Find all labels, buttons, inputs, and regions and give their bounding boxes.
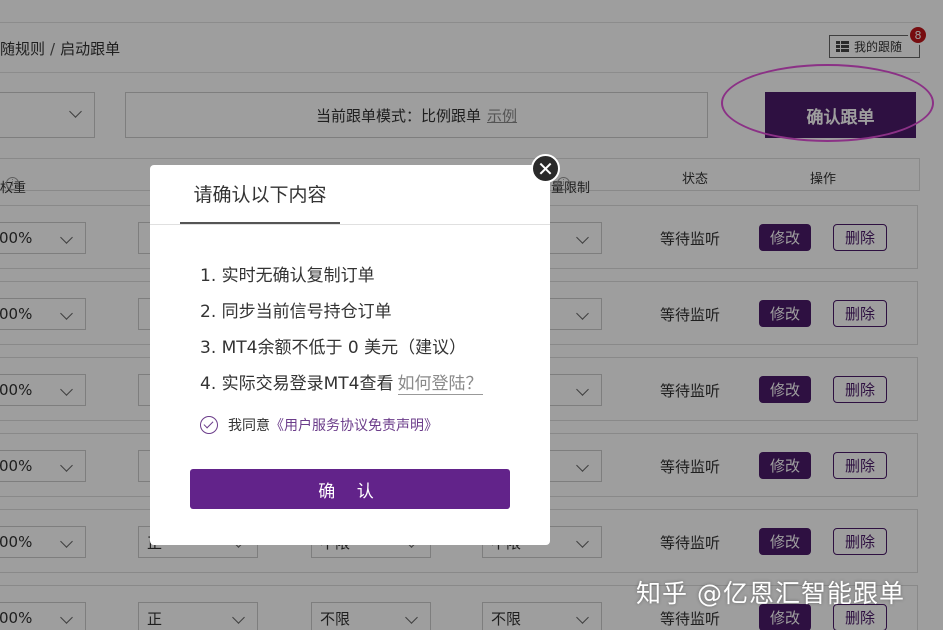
confirm-items-list: 1. 实时无确认复制订单 2. 同步当前信号持仓订单 3. MT4余额不低于 0… (200, 261, 483, 405)
list-item: 3. MT4余额不低于 0 美元（建议） (200, 338, 467, 358)
close-icon[interactable]: ✕ (531, 154, 560, 183)
agree-label: 我同意 (228, 418, 270, 434)
agreement-link[interactable]: 《用户服务协议免责声明》 (270, 415, 438, 435)
background-page: 随规则 / 启动跟单 我的跟随 8 当前跟单模式：比例跟单 示例 确认跟单 权重 i … (0, 0, 943, 630)
list-item: 1. 实时无确认复制订单 (200, 266, 375, 286)
check-circle-icon[interactable] (200, 416, 218, 434)
divider (150, 224, 550, 225)
watermark: 知乎 @亿恩汇智能跟单 (636, 579, 905, 608)
list-item: 2. 同步当前信号持仓订单 (200, 302, 392, 322)
confirm-dialog: 请确认以下内容 1. 实时无确认复制订单 2. 同步当前信号持仓订单 3. MT… (150, 165, 550, 545)
list-item: 4. 实际交易登录MT4查看 如何登陆？ (200, 374, 483, 395)
how-to-login-link[interactable]: 如何登陆？ (397, 374, 483, 395)
dialog-confirm-button[interactable]: 确 认 (190, 469, 510, 509)
dialog-title: 请确认以下内容 (180, 165, 340, 224)
agreement-checkbox-row[interactable]: 我同意 《用户服务协议免责声明》 (200, 415, 438, 435)
